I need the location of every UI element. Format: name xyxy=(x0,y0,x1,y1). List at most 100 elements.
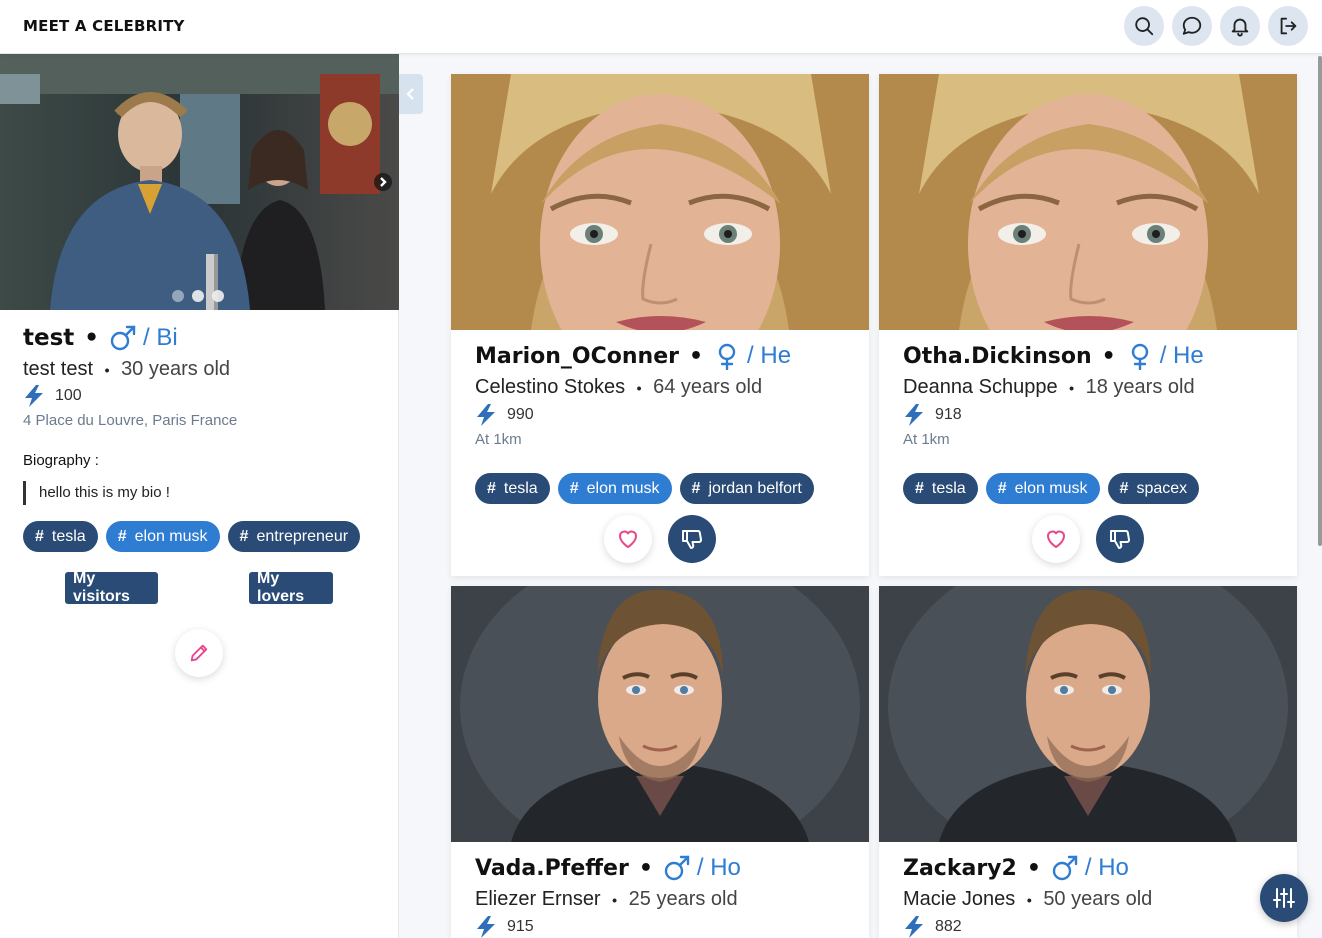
like-button[interactable] xyxy=(1032,515,1080,563)
scrollbar-thumb[interactable] xyxy=(1318,56,1322,546)
separator-dot: • xyxy=(84,325,99,351)
bolt-icon xyxy=(25,385,43,407)
profile-card[interactable]: Vada.Pfeffer • / Ho Eliezer Ernser • 25 … xyxy=(451,586,869,938)
carousel-dots xyxy=(172,290,224,302)
filter-button[interactable] xyxy=(1260,874,1308,922)
like-button[interactable] xyxy=(604,515,652,563)
carousel-next-button[interactable] xyxy=(374,173,392,191)
card-photo[interactable] xyxy=(451,74,869,330)
profile-card[interactable]: Otha.Dickinson • / He Deanna Schuppe • 1… xyxy=(879,74,1297,576)
card-identity: Celestino Stokes • 64 years old xyxy=(475,376,762,399)
card-name-row: Marion_OConner • / He xyxy=(475,342,791,370)
profile-name-row: test • / Bi xyxy=(23,324,178,352)
card-identity: Eliezer Ernser • 25 years old xyxy=(475,888,738,911)
card-tags: # tesla # elon musk # jordan belfort xyxy=(475,473,814,504)
man-portrait xyxy=(451,586,869,842)
bolt-icon xyxy=(477,404,495,426)
bolt-icon xyxy=(905,916,923,938)
notifications-button[interactable] xyxy=(1220,6,1260,46)
tag-chip[interactable]: # entrepreneur xyxy=(227,521,361,552)
card-orientation: / Ho xyxy=(1084,854,1129,881)
bolt-icon xyxy=(477,916,495,938)
tag-chip[interactable]: # elon musk xyxy=(557,473,672,504)
profile-photo-carousel[interactable] xyxy=(0,54,399,310)
card-full-name: Deanna Schuppe xyxy=(903,376,1058,398)
blonde-portrait xyxy=(879,74,1297,330)
dislike-button[interactable] xyxy=(668,515,716,563)
card-name-row: Zackary2 • / Ho xyxy=(903,854,1129,882)
messages-button[interactable] xyxy=(1172,6,1212,46)
bell-icon xyxy=(1231,18,1249,37)
logout-button[interactable] xyxy=(1268,6,1308,46)
card-age: 64 years old xyxy=(653,376,763,398)
tag-label: elon musk xyxy=(586,479,660,497)
tag-chip[interactable]: # elon musk xyxy=(105,521,220,552)
male-icon xyxy=(664,855,690,881)
tag-label: jordan belfort xyxy=(708,479,802,497)
my-lovers-button[interactable]: My lovers xyxy=(249,570,333,605)
card-username[interactable]: Marion_OConner xyxy=(475,344,679,369)
carousel-dot[interactable] xyxy=(212,290,224,302)
card-username[interactable]: Otha.Dickinson xyxy=(903,344,1092,369)
chat-icon xyxy=(1182,16,1202,35)
profile-tags: # tesla # elon musk # entrepreneur xyxy=(23,521,361,552)
thumbs-down-icon xyxy=(1110,530,1130,549)
separator-dot: • xyxy=(636,380,642,396)
separator-dot: • xyxy=(1101,343,1116,369)
tag-chip[interactable]: # tesla xyxy=(903,473,978,504)
card-name-row: Vada.Pfeffer • / Ho xyxy=(475,854,741,882)
tag-chip[interactable]: # elon musk xyxy=(985,473,1100,504)
tag-label: tesla xyxy=(503,479,538,497)
card-orientation: / He xyxy=(1159,342,1204,369)
separator-dot: • xyxy=(1069,380,1075,396)
card-score-value: 918 xyxy=(935,406,962,423)
tag-label: elon musk xyxy=(134,527,208,545)
chevron-left-icon xyxy=(406,88,414,100)
profile-card[interactable]: Marion_OConner • / He Celestino Stokes •… xyxy=(451,74,869,576)
card-photo[interactable] xyxy=(879,586,1297,842)
carousel-dot[interactable] xyxy=(172,290,184,302)
card-score-value: 990 xyxy=(507,406,534,423)
separator-dot: • xyxy=(1026,892,1032,908)
tag-chip[interactable]: # spacex xyxy=(1107,473,1200,504)
profile-score: 100 xyxy=(23,384,82,408)
brand-title[interactable]: MEET A CELEBRITY xyxy=(23,17,185,35)
card-photo[interactable] xyxy=(879,74,1297,330)
female-icon xyxy=(718,343,736,370)
my-visitors-button[interactable]: My visitors xyxy=(65,570,158,605)
card-distance: At 1km xyxy=(475,431,522,448)
profile-identity: test test • 30 years old xyxy=(23,358,230,381)
card-score: 918 xyxy=(903,403,962,427)
biography-text: hello this is my bio ! xyxy=(23,481,170,505)
card-identity: Deanna Schuppe • 18 years old xyxy=(903,376,1195,399)
tag-chip[interactable]: # tesla xyxy=(475,473,550,504)
tag-label: elon musk xyxy=(1014,479,1088,497)
profile-photo xyxy=(0,54,399,310)
tag-chip[interactable]: # jordan belfort xyxy=(679,473,814,504)
bolt-icon xyxy=(905,404,923,426)
carousel-dot-active[interactable] xyxy=(192,290,204,302)
dislike-button[interactable] xyxy=(1096,515,1144,563)
collapse-sidebar-button[interactable] xyxy=(399,74,423,114)
card-full-name: Celestino Stokes xyxy=(475,376,626,398)
edit-profile-button[interactable] xyxy=(175,629,223,677)
female-icon xyxy=(1131,343,1148,370)
tag-label: tesla xyxy=(931,479,966,497)
profile-full-name: test test xyxy=(23,358,94,380)
card-age: 50 years old xyxy=(1043,888,1153,910)
search-button[interactable] xyxy=(1124,6,1164,46)
card-photo[interactable] xyxy=(451,586,869,842)
profile-score-value: 100 xyxy=(55,387,82,404)
tag-label: tesla xyxy=(51,527,86,545)
male-icon xyxy=(1052,855,1078,881)
card-username[interactable]: Vada.Pfeffer xyxy=(475,856,629,881)
card-username[interactable]: Zackary2 xyxy=(903,856,1017,881)
tag-label: entrepreneur xyxy=(256,527,349,545)
card-score: 990 xyxy=(475,403,534,427)
card-age: 18 years old xyxy=(1085,376,1195,398)
card-identity: Macie Jones • 50 years old xyxy=(903,888,1152,911)
blonde-portrait xyxy=(451,74,869,330)
profile-card[interactable]: Zackary2 • / Ho Macie Jones • 50 years o… xyxy=(879,586,1297,938)
tag-chip[interactable]: # tesla xyxy=(23,521,98,552)
card-full-name: Eliezer Ernser xyxy=(475,888,601,910)
